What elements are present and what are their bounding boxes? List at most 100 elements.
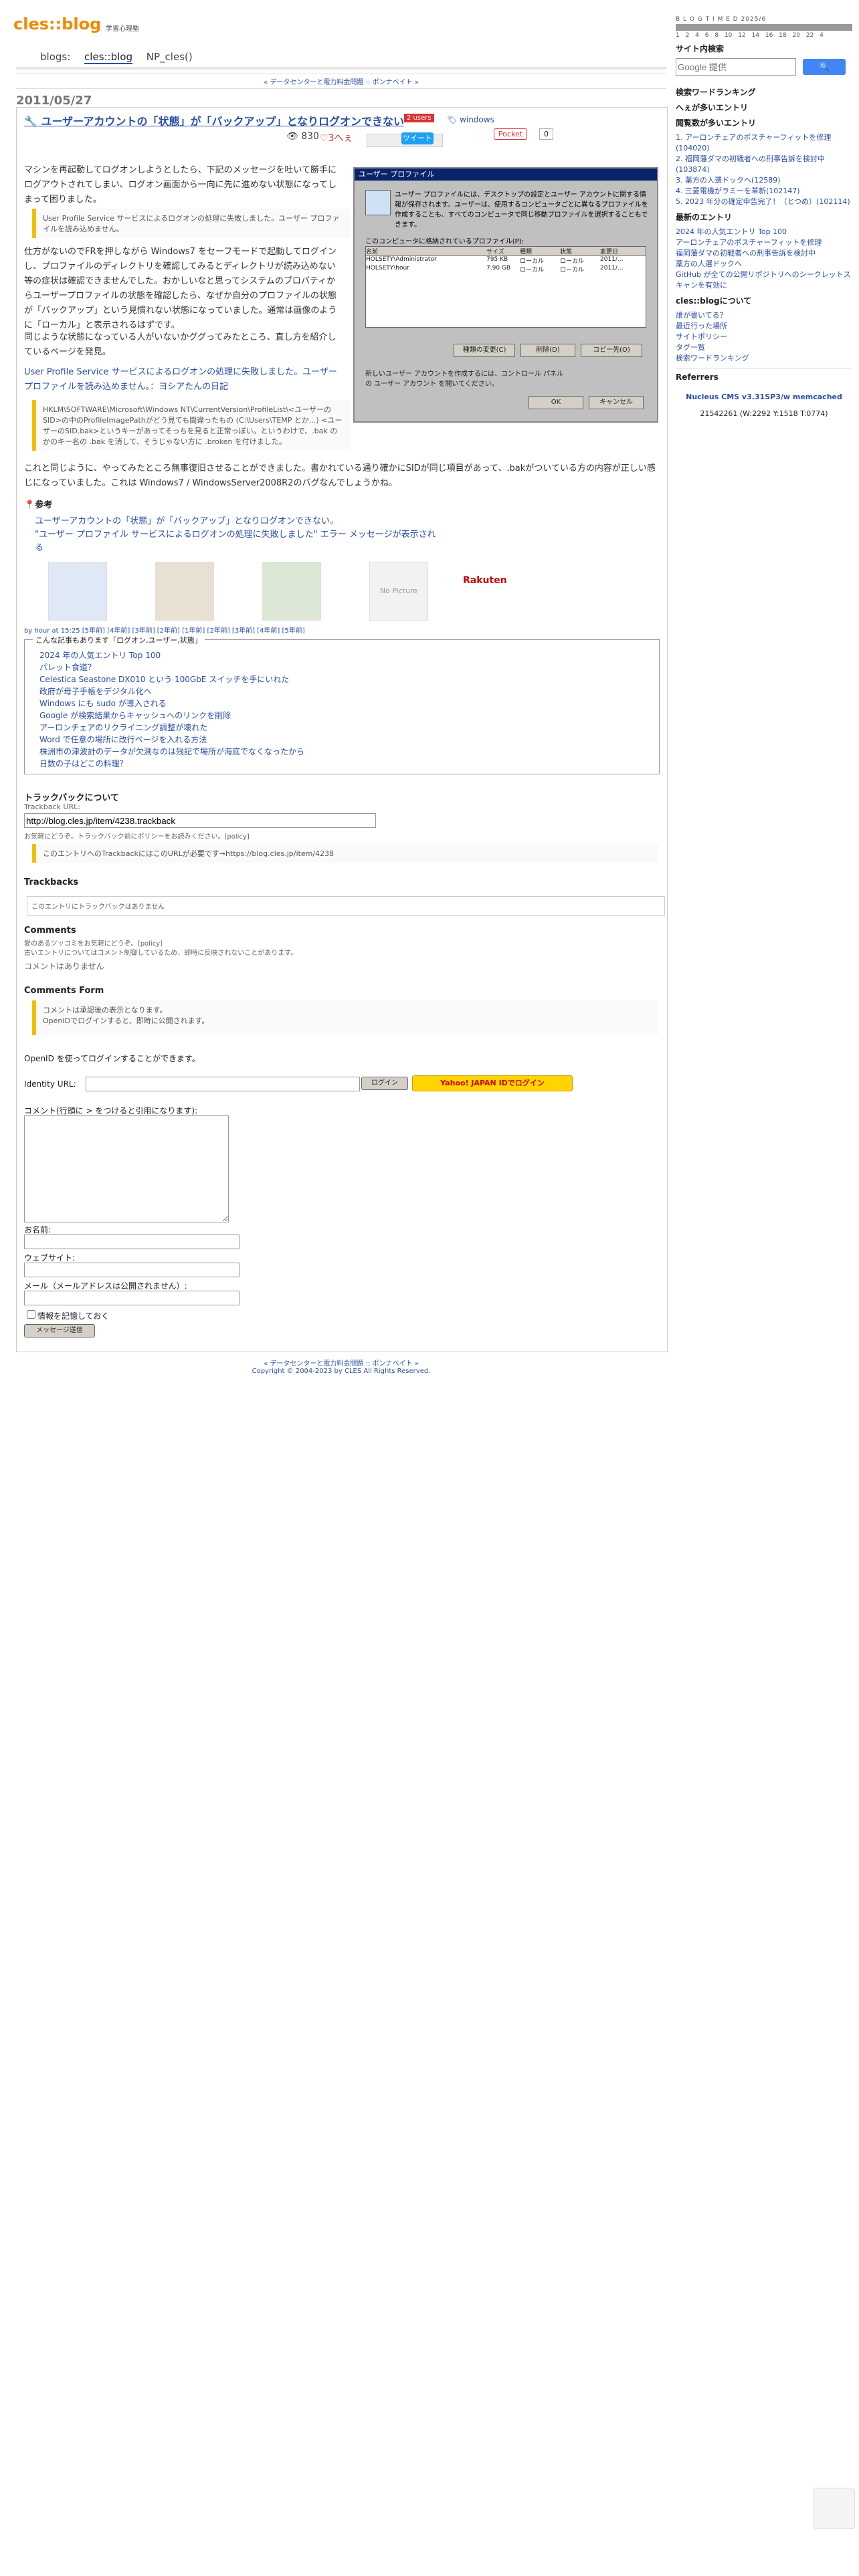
rakuten-logo[interactable]: Rakuten [463, 575, 507, 586]
trackback-heading: トラックバックについて [24, 793, 119, 803]
popular-item[interactable]: 4. 三菱電機がラミーを革新(102147) [676, 186, 852, 197]
pocket-button[interactable]: Pocket [494, 128, 528, 140]
heart-icon: ♡ [320, 133, 328, 144]
website-label: ウェブサイト: [24, 1253, 76, 1263]
col-size[interactable]: サイズ [486, 247, 520, 255]
list-item[interactable]: Windows にも sudo が導入される [39, 697, 304, 710]
ad-thumbnail[interactable] [155, 562, 214, 621]
search-ranking-heading[interactable]: 検索ワードランキング [676, 86, 852, 98]
nav-item-np-cles[interactable]: NP_cles() [147, 51, 193, 63]
wrench-icon: 🔧 [24, 115, 41, 128]
cms-badge[interactable]: Nucleus CMS v3.31SP3/w memcached [676, 393, 852, 401]
list-item[interactable]: Word で任意の場所に改行ページを入れる方法 [39, 734, 304, 746]
list-item[interactable]: 2024 年の人気エントリ Top 100 [39, 649, 304, 661]
ok-button[interactable]: OK [529, 396, 583, 409]
post-title-text[interactable]: ユーザーアカウントの「状態」が「バックアップ」となりログオンできない [41, 115, 405, 128]
hee-ranking-heading[interactable]: へぇが多いエントリ [676, 102, 852, 113]
cancel-button[interactable]: キャンセル [589, 396, 644, 409]
calendar-bar [676, 24, 852, 31]
latest-item[interactable]: アーロンチェアのポスチャーフィットを修理 [676, 237, 852, 248]
ad-thumbnail[interactable] [262, 562, 321, 621]
post-title[interactable]: 🔧 ユーザーアカウントの「状態」が「バックアップ」となりログオンできない [24, 112, 404, 128]
trackback-url-input[interactable] [24, 813, 376, 828]
about-item[interactable]: タグ一覧 [676, 342, 852, 353]
row-cell: 7.90 GB [486, 265, 511, 272]
copyright: Copyright © 2004-2023 by CLES All Rights… [252, 1368, 431, 1375]
calendar-days: 1 2 4 6 8 10 12 14 16 18 20 22 4 [676, 32, 824, 39]
col-type[interactable]: 種類 [520, 247, 560, 255]
comment-textarea[interactable] [24, 1115, 229, 1222]
list-item[interactable]: 株洲市の津波計のデータが欠測なのは残記で場所が海底でなくなったから [39, 746, 304, 758]
hee-button[interactable]: ♡3へぇ [320, 131, 353, 144]
dialog-title: ユーザー プロファイル [355, 169, 657, 181]
identity-url-input[interactable] [86, 1077, 360, 1091]
table-row[interactable]: HOLSETY\Administrator 795 KB ローカル ローカル 2… [366, 256, 646, 265]
row-cell: HOLSETY\Administrator [366, 256, 437, 263]
popular-item[interactable]: 2. 福岡藩ダマの初戦者への刑事告訴を検討中(103874) [676, 154, 852, 175]
yahoo-login-button[interactable]: Yahoo! JAPAN IDでログイン [412, 1075, 573, 1091]
popular-item[interactable]: 1. アーロンチェアのポスチャーフィットを修理(104020) [676, 132, 852, 154]
col-status[interactable]: 状態 [560, 247, 600, 255]
search-icon[interactable]: 🔍 [803, 59, 846, 75]
col-name[interactable]: 名前 [366, 247, 486, 255]
hee-label[interactable]: 3へぇ [328, 133, 353, 144]
footer-nav[interactable]: « データセンターと電力料金問題 :: ポンナベイト » [16, 1358, 666, 1368]
latest-item[interactable]: 2024 年の人気エントリ Top 100 [676, 227, 852, 237]
table-row[interactable]: HOLSETY\hour 7.90 GB ローカル ローカル 2011/... [366, 265, 646, 274]
delete-button[interactable]: 削除(D) [520, 344, 575, 357]
list-item[interactable]: "ユーザー プロファイル サービスによるログオンの処理に失敗しました" エラー … [35, 528, 436, 555]
latest-item[interactable]: 薬方の人選ドックへ [676, 259, 852, 270]
latest-item[interactable]: 福岡藩ダマの初戦者への刑事告訴を検討中 [676, 248, 852, 259]
latest-item[interactable]: GitHub が全ての公開リポジトリへのシークレットスキャンを有効に [676, 270, 852, 291]
visit-counter: 21542261 (W:2292 Y:1518 T:0774) [700, 409, 828, 418]
prev-next-nav[interactable]: « データセンターと電力料金問題 :: ポンナベイト » [16, 74, 666, 89]
no-picture-placeholder: No Picture [369, 562, 428, 621]
search-input[interactable] [676, 58, 796, 76]
recaptcha-badge[interactable] [814, 2488, 855, 2529]
ad-thumbnail[interactable] [48, 562, 107, 621]
list-item[interactable]: パレット食道？ [39, 661, 304, 673]
reference-link-1[interactable]: User Profile Service サービスによるログオンの処理に失敗しま… [24, 365, 339, 395]
remember-checkbox[interactable] [27, 1310, 35, 1319]
list-item[interactable]: 日数の子はどこの料理？ [39, 758, 304, 770]
list-item[interactable]: ユーザーアカウントの「状態」が「バックアップ」となりログオンできない。 [35, 515, 436, 528]
email-input[interactable] [24, 1291, 240, 1305]
about-item[interactable]: 検索ワードランキング [676, 353, 852, 364]
profiles-table[interactable]: 名前 サイズ 種類 状態 変更日 HOLSETY\Administrator 7… [365, 246, 646, 328]
tweet-button[interactable]: ツイート [401, 132, 434, 144]
sidebar: B L O G T I M E D 2025/6 1 2 4 6 8 10 12… [676, 16, 852, 418]
list-item[interactable]: 政府が母子手帳をデジタル化へ [39, 685, 304, 697]
post-meta[interactable]: by hour at 15:25 [5年前] [4年前] [3年前] [2年前]… [24, 625, 305, 635]
list-item[interactable]: アーロンチェアのリクライニング調整が壊れた [39, 722, 304, 734]
comments-heading: Comments [24, 926, 76, 936]
popular-heading[interactable]: 閲覧数が多いエントリ [676, 117, 852, 128]
latest-heading: 最新のエントリ [676, 213, 733, 222]
tag-link-windows[interactable]: 🏷 windows [447, 115, 494, 124]
about-item[interactable]: サイトポリシー [676, 332, 852, 342]
search-title: サイト内検索 [676, 44, 725, 53]
remember-label[interactable]: 情報を記憶しておく [37, 1311, 109, 1321]
list-item[interactable]: Google が検索結果からキャッシュへのリンクを削除 [39, 710, 304, 722]
form-note-2: OpenIDでログインすると、即時に公開されます。 [43, 1016, 209, 1025]
change-type-button[interactable]: 種類の変更(C) [454, 344, 515, 357]
references-title: 参考 [35, 500, 53, 510]
about-item[interactable]: 誰が書いてる？ [676, 310, 852, 321]
hatena-users-badge[interactable]: 2 users [404, 114, 434, 122]
tag-text[interactable]: windows [460, 115, 494, 124]
login-button[interactable]: ログイン [361, 1077, 408, 1090]
website-input[interactable] [24, 1263, 240, 1277]
list-item[interactable]: Celestica Seastone DX010 という 100GbE スイッチ… [39, 673, 304, 685]
copy-to-button[interactable]: コピー先(O) [581, 344, 642, 357]
nav-item-cles-blog[interactable]: cles::blog [84, 51, 132, 64]
about-heading: cles::blogについて [676, 296, 752, 306]
about-item[interactable]: 最近行った場所 [676, 321, 852, 332]
popular-item[interactable]: 5. 2023 年分の確定申告完了！（とつめ）(102114) [676, 197, 852, 207]
site-logo[interactable]: cles::blog [13, 15, 101, 33]
remember-option[interactable]: 情報を記憶しておく [24, 1308, 109, 1321]
email-label: メール（メールアドレスは公開されません）: [24, 1281, 187, 1291]
divider [16, 67, 666, 70]
popular-item[interactable]: 3. 薬方の人選ドックへ(12589) [676, 175, 852, 186]
submit-button[interactable]: メッセージ送信 [24, 1324, 95, 1337]
name-input[interactable] [24, 1235, 240, 1249]
col-modified[interactable]: 変更日 [600, 247, 640, 255]
